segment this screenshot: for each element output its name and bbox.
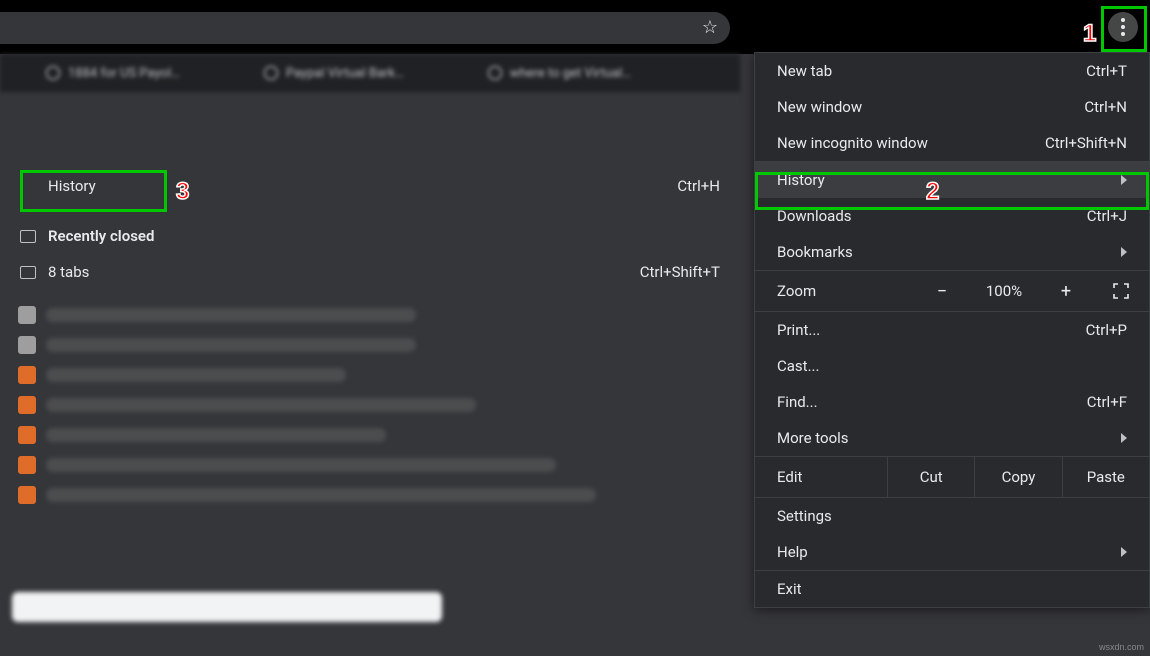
- menu-help[interactable]: Help: [755, 534, 1149, 570]
- annotation-number-2: 2: [926, 178, 939, 206]
- menu-downloads[interactable]: DownloadsCtrl+J: [755, 198, 1149, 234]
- menu-new-window[interactable]: New windowCtrl+N: [755, 89, 1149, 125]
- copy-button[interactable]: Copy: [974, 457, 1061, 497]
- zoom-value: 100%: [969, 282, 1039, 300]
- three-dots-icon: [1121, 25, 1125, 29]
- shortcut-text: Ctrl+Shift+T: [640, 263, 720, 281]
- globe-icon: [46, 66, 60, 80]
- history-entries-blurred: [0, 300, 740, 510]
- menu-more-tools[interactable]: More tools: [755, 420, 1149, 456]
- submenu-arrow-icon: [1121, 433, 1127, 443]
- submenu-arrow-icon: [1121, 547, 1127, 557]
- menu-print[interactable]: Print...Ctrl+P: [755, 312, 1149, 348]
- paste-button[interactable]: Paste: [1062, 457, 1149, 497]
- menu-find[interactable]: Find...Ctrl+F: [755, 384, 1149, 420]
- zoom-out-button[interactable]: −: [915, 281, 969, 302]
- bookmark-bar: 1884 for US Payol… Paypal Virtual Bark… …: [0, 54, 740, 92]
- annotation-number-1: 1: [1083, 20, 1096, 48]
- menu-cast[interactable]: Cast...: [755, 348, 1149, 384]
- zoom-label: Zoom: [755, 282, 915, 300]
- globe-icon: [488, 66, 502, 80]
- submenu-history[interactable]: History Ctrl+H: [0, 168, 740, 204]
- submenu-8-tabs[interactable]: 8 tabs Ctrl+Shift+T: [0, 254, 740, 290]
- submenu-arrow-icon: [1121, 175, 1127, 185]
- fullscreen-icon: [1113, 283, 1129, 299]
- history-entry-blurred: [0, 420, 740, 450]
- watermark: wsxdn.com: [1099, 642, 1144, 652]
- menu-exit[interactable]: Exit: [755, 571, 1149, 607]
- edit-label: Edit: [755, 468, 887, 486]
- chrome-main-menu: New tabCtrl+T New windowCtrl+N New incog…: [754, 52, 1150, 608]
- menu-settings[interactable]: Settings: [755, 498, 1149, 534]
- bookmark-item[interactable]: Paypal Virtual Bark…: [264, 66, 404, 81]
- zoom-in-button[interactable]: +: [1039, 281, 1093, 302]
- menu-new-tab[interactable]: New tabCtrl+T: [755, 53, 1149, 89]
- menu-edit-row: Edit Cut Copy Paste: [755, 457, 1149, 497]
- chrome-menu-button[interactable]: [1108, 12, 1138, 42]
- bookmark-item[interactable]: where to get Virtual…: [488, 66, 631, 81]
- menu-zoom: Zoom − 100% +: [755, 271, 1149, 311]
- fullscreen-button[interactable]: [1093, 283, 1149, 299]
- submenu-recently-closed: Recently closed: [0, 218, 740, 254]
- submenu-arrow-icon: [1121, 247, 1127, 257]
- tab-icon: [20, 230, 36, 243]
- bookmark-item[interactable]: 1884 for US Payol…: [46, 66, 180, 81]
- globe-icon: [264, 66, 278, 80]
- history-entry-blurred: [0, 480, 740, 510]
- menu-history[interactable]: History: [755, 162, 1149, 198]
- tab-icon: [20, 266, 36, 279]
- address-bar[interactable]: ☆: [0, 12, 730, 44]
- history-entry-blurred: [0, 360, 740, 390]
- star-icon[interactable]: ☆: [702, 17, 718, 38]
- cut-button[interactable]: Cut: [887, 457, 974, 497]
- shortcut-text: Ctrl+H: [677, 177, 720, 195]
- history-submenu: History Ctrl+H Recently closed 8 tabs Ct…: [0, 94, 740, 510]
- history-entry-blurred: [0, 330, 740, 360]
- toolbar: ☆: [0, 0, 1150, 54]
- menu-bookmarks[interactable]: Bookmarks: [755, 234, 1149, 270]
- history-entry-blurred: [0, 450, 740, 480]
- annotation-number-3: 3: [176, 178, 189, 206]
- menu-incognito[interactable]: New incognito windowCtrl+Shift+N: [755, 125, 1149, 161]
- history-entry-blurred: [0, 390, 740, 420]
- blurred-bar: [12, 592, 442, 622]
- history-entry-blurred: [0, 300, 740, 330]
